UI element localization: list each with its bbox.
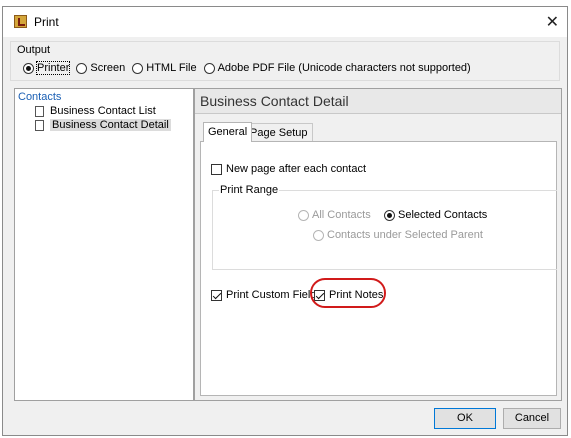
output-option-html-file[interactable]: HTML File: [132, 62, 197, 74]
tree-root-contacts[interactable]: Contacts: [18, 91, 61, 103]
tree-item-label: Business Contact List: [50, 105, 156, 117]
output-options: Printer Screen HTML File Adobe PDF File …: [23, 61, 478, 75]
print-notes-checkbox[interactable]: [314, 289, 325, 301]
app-icon: [14, 15, 27, 28]
print-custom-fields-label: Print Custom Fields: [226, 289, 322, 301]
detail-title: Business Contact Detail: [200, 93, 349, 109]
radio-screen[interactable]: [76, 62, 88, 74]
print-custom-fields-option[interactable]: Print Custom Fields: [211, 289, 322, 301]
pdf-label: Adobe PDF File (Unicode characters not s…: [217, 62, 471, 74]
tab-page-setup[interactable]: Page Setup: [246, 123, 313, 141]
output-option-printer[interactable]: Printer: [23, 61, 71, 75]
screen-label: Screen: [90, 62, 126, 74]
all-contacts-label: All Contacts: [312, 209, 371, 221]
new-page-checkbox[interactable]: [211, 163, 222, 175]
tree-item-business-contact-detail[interactable]: Business Contact Detail: [35, 119, 171, 131]
cancel-button[interactable]: Cancel: [503, 408, 561, 429]
range-option-all-contacts[interactable]: All Contacts: [298, 209, 371, 221]
print-dialog: Print ✕ Output Printer Screen HTML File …: [2, 6, 568, 436]
radio-pdf[interactable]: [203, 62, 215, 74]
range-option-under-parent[interactable]: Contacts under Selected Parent: [313, 229, 483, 241]
tree-item-label: Business Contact Detail: [50, 119, 171, 131]
close-icon[interactable]: ✕: [546, 12, 559, 32]
new-page-label: New page after each contact: [226, 163, 367, 175]
document-icon: [35, 119, 44, 131]
selected-contacts-label: Selected Contacts: [398, 209, 488, 221]
radio-all-contacts[interactable]: [298, 209, 309, 221]
print-notes-label: Print Notes: [329, 289, 384, 301]
radio-selected-contacts[interactable]: [384, 209, 395, 221]
under-parent-label: Contacts under Selected Parent: [327, 229, 483, 241]
tab-general[interactable]: General: [203, 122, 253, 142]
tree-item-business-contact-list[interactable]: Business Contact List: [35, 105, 156, 117]
radio-html-file[interactable]: [132, 62, 144, 74]
general-tab-panel: New page after each contact Print Range …: [200, 141, 557, 396]
document-icon: [35, 105, 44, 117]
new-page-option[interactable]: New page after each contact: [211, 163, 366, 175]
html-file-label: HTML File: [146, 62, 197, 74]
title-bar: Print ✕: [3, 7, 567, 37]
window-title: Print: [34, 15, 59, 29]
radio-under-parent[interactable]: [313, 229, 324, 241]
print-range-legend: Print Range: [219, 184, 280, 196]
report-tree: Contacts Business Contact List Business …: [14, 88, 194, 401]
ok-button[interactable]: OK: [434, 408, 496, 429]
detail-header: Business Contact Detail: [195, 89, 561, 114]
output-group: Output Printer Screen HTML File Adobe PD…: [10, 41, 560, 81]
detail-panel: Business Contact Detail General Page Set…: [194, 88, 562, 401]
output-option-pdf[interactable]: Adobe PDF File (Unicode characters not s…: [203, 62, 471, 74]
range-option-selected-contacts[interactable]: Selected Contacts: [384, 209, 487, 221]
print-notes-option[interactable]: Print Notes: [314, 289, 383, 301]
output-option-screen[interactable]: Screen: [76, 62, 125, 74]
print-custom-fields-checkbox[interactable]: [211, 289, 222, 301]
print-range-group: Print Range All Contacts Selected Contac…: [212, 184, 557, 270]
printer-label: Printer: [35, 61, 71, 75]
output-legend: Output: [17, 44, 51, 56]
radio-printer[interactable]: [23, 62, 34, 74]
